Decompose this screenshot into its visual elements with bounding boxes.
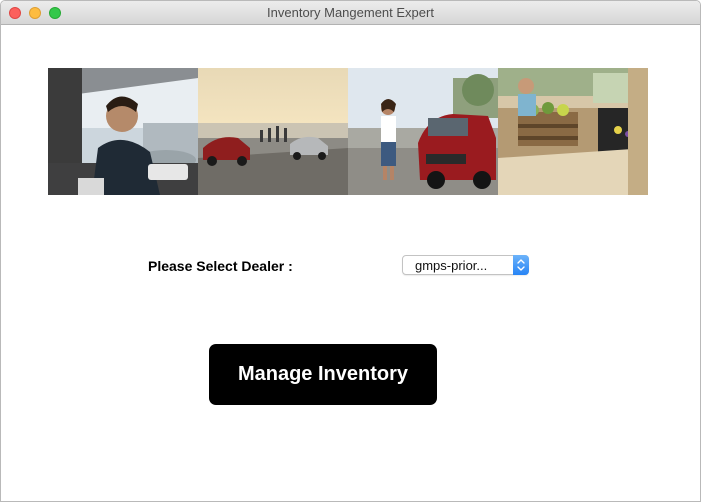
banner-photo-woman-red-car — [348, 68, 498, 195]
dealer-select[interactable]: gmps-prior... — [402, 255, 529, 275]
dealer-select-label: Please Select Dealer : — [148, 258, 293, 274]
dealer-select-value: gmps-prior... — [415, 258, 488, 273]
title-bar: Inventory Mangement Expert — [1, 1, 700, 25]
banner-photo-coast-road — [198, 68, 348, 195]
driver-photo-icon — [48, 68, 198, 195]
app-window: Inventory Mangement Expert Please Select… — [0, 0, 701, 502]
manage-inventory-button[interactable]: Manage Inventory — [209, 344, 437, 405]
chevron-up-down-icon — [517, 259, 525, 271]
woman-red-car-photo-icon — [348, 68, 498, 195]
window-title: Inventory Mangement Expert — [267, 5, 434, 20]
cargo-trunk-photo-icon — [498, 68, 648, 195]
banner-photo-cargo — [498, 68, 648, 195]
banner-photo-driver — [48, 68, 198, 195]
select-stepper-arrows-icon[interactable] — [513, 255, 529, 275]
coast-road-photo-icon — [198, 68, 348, 195]
banner-image-strip — [48, 68, 648, 195]
